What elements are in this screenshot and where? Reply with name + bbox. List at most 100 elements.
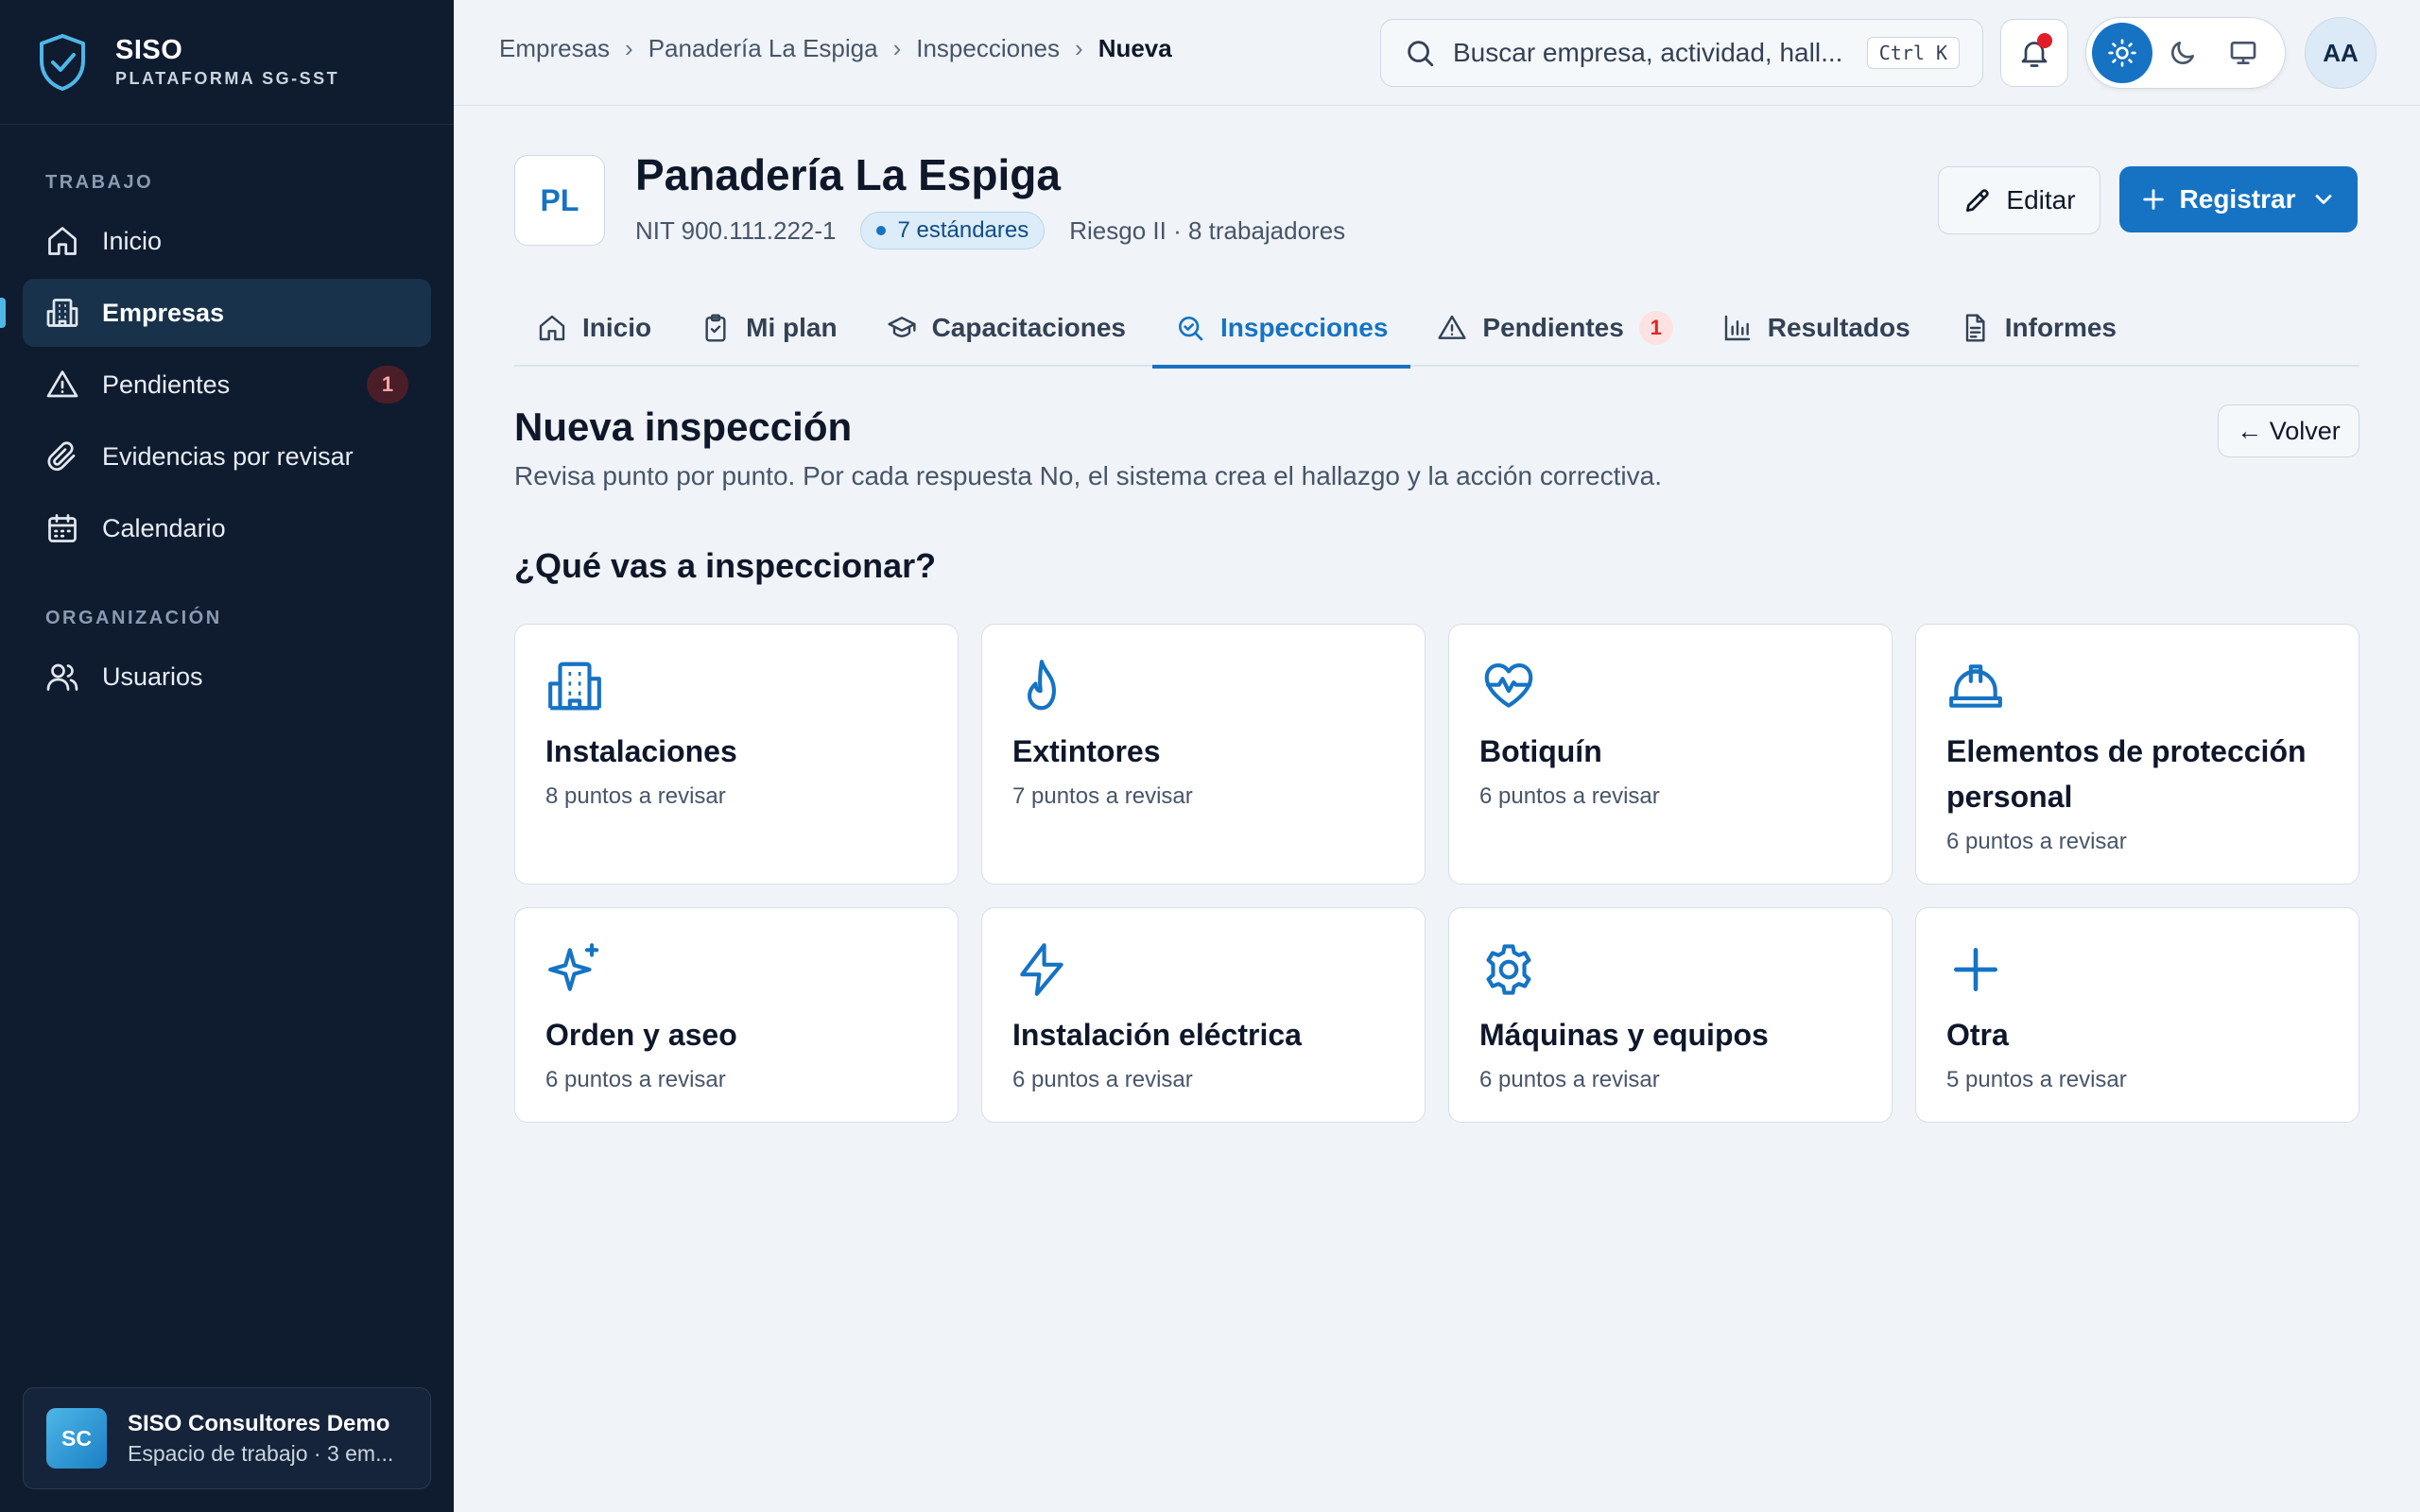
search-input[interactable]: Buscar empresa, actividad, hall... Ctrl …	[1380, 19, 1983, 87]
search-icon	[1408, 41, 1434, 67]
card-title: Instalaciones	[545, 734, 737, 768]
pencil-icon	[1966, 189, 1990, 212]
tab-pendientes[interactable]: Pendientes 1	[1414, 289, 1695, 367]
plus-icon	[1954, 948, 1997, 991]
theme-system-button[interactable]	[2213, 23, 2273, 83]
inspection-card-instalaciones[interactable]: Instalaciones 8 puntos a revisar	[514, 624, 959, 885]
moon-icon	[2171, 42, 2194, 64]
theme-light-button[interactable]	[2092, 23, 2152, 83]
sidebar-item-usuarios[interactable]: Usuarios	[23, 643, 431, 711]
user-avatar[interactable]: AA	[2305, 17, 2377, 89]
inspection-card-otra[interactable]: Otra 5 puntos a revisar	[1915, 907, 2360, 1123]
tab-label: Resultados	[1767, 313, 1910, 342]
workspace-switcher[interactable]: SC SISO Consultores Demo Espacio de trab…	[23, 1387, 431, 1489]
breadcrumb: Empresas › Panadería La Espiga › Inspecc…	[499, 34, 1172, 63]
card-subtitle: 5 puntos a revisar	[1946, 1067, 2127, 1092]
tab-informes[interactable]: Informes	[1937, 289, 2139, 367]
plus-icon	[2142, 189, 2164, 210]
workspace-avatar: SC	[46, 1408, 107, 1469]
chevron-right-icon: ›	[625, 34, 633, 62]
sidebar-item-calendario[interactable]: Calendario	[23, 494, 431, 562]
sidebar-item-empresas[interactable]: Empresas	[0, 279, 431, 347]
tab-resultados[interactable]: Resultados	[1700, 289, 1933, 367]
chevron-down-icon	[2316, 195, 2332, 204]
inspection-card-electrica[interactable]: Instalación eléctrica 6 puntos a revisar	[981, 907, 1426, 1123]
breadcrumb-item[interactable]: Panadería La Espiga	[648, 34, 878, 63]
card-title: Otra	[1946, 1018, 2009, 1052]
register-button[interactable]: Registrar	[2119, 166, 2358, 232]
sidebar-item-label: Empresas	[102, 298, 225, 327]
monitor-icon	[2230, 41, 2256, 64]
card-title: Extintores	[1012, 734, 1161, 768]
inspection-type-grid: Instalaciones 8 puntos a revisar Extinto…	[514, 624, 2360, 1123]
topbar: Empresas › Panadería La Espiga › Inspecc…	[454, 0, 2420, 106]
warning-icon	[1438, 315, 1466, 339]
sidebar-item-label: Pendientes	[102, 369, 231, 399]
tab-inspecciones[interactable]: Inspecciones	[1152, 289, 1411, 369]
paperclip-icon	[47, 441, 76, 472]
sun-icon	[2108, 39, 2136, 67]
card-title: Elementos de protección personal	[1946, 734, 2307, 814]
card-subtitle: 7 puntos a revisar	[1012, 783, 1193, 809]
standards-dot	[876, 226, 887, 235]
brand[interactable]: SISO PLATAFORMA SG-SST	[0, 0, 454, 125]
breadcrumb-item[interactable]: Inspecciones	[916, 34, 1060, 63]
sidebar-item-evidencias[interactable]: Evidencias por revisar	[23, 422, 431, 490]
edit-button[interactable]: Editar	[1938, 166, 2100, 234]
company-meta: NIT 900.111.222-1 7 estándares Riesgo II…	[635, 212, 1345, 249]
tab-mi-plan[interactable]: Mi plan	[678, 289, 859, 367]
inspection-question: ¿Qué vas a inspeccionar?	[514, 546, 937, 585]
tab-pending-badge: 1	[1638, 311, 1673, 345]
building-icon	[46, 299, 78, 327]
company-tabs: Inicio Mi plan Capacitaciones Inspeccion…	[514, 289, 2360, 369]
chevron-right-icon: ›	[892, 34, 902, 62]
breadcrumb-item[interactable]: Empresas	[499, 34, 610, 63]
company-nit: NIT 900.111.222-1	[635, 215, 837, 245]
theme-dark-button[interactable]	[2152, 23, 2213, 83]
tab-label: Informes	[2004, 313, 2117, 342]
chevron-right-icon: ›	[1075, 34, 1083, 62]
standards-badge[interactable]: 7 estándares	[860, 212, 1046, 249]
workspace-name: SISO Consultores Demo	[128, 1410, 390, 1436]
breadcrumb-current: Nueva	[1098, 34, 1172, 62]
company-name: Panadería La Espiga	[635, 150, 1061, 199]
inspection-card-maquinas[interactable]: Máquinas y equipos 6 puntos a revisar	[1448, 907, 1893, 1123]
tab-capacitaciones[interactable]: Capacitaciones	[864, 289, 1149, 367]
sidebar-item-pendientes[interactable]: Pendientes 1	[23, 351, 431, 419]
back-button[interactable]: ← Volver	[2218, 404, 2360, 457]
inspection-card-orden-aseo[interactable]: Orden y aseo 6 puntos a revisar	[514, 907, 959, 1123]
card-subtitle: 6 puntos a revisar	[1946, 829, 2127, 854]
tab-label: Inicio	[582, 313, 652, 342]
tab-inicio[interactable]: Inicio	[514, 289, 674, 367]
document-icon	[1965, 314, 1985, 342]
tab-label: Mi plan	[746, 313, 838, 342]
page-subtitle: Revisa punto por punto. Por cada respues…	[514, 461, 1662, 490]
standards-label: 7 estándares	[897, 217, 1029, 243]
card-subtitle: 8 puntos a revisar	[545, 783, 726, 809]
search-check-icon	[1179, 317, 1203, 341]
nav-section-work: TRABAJO	[45, 172, 154, 193]
notification-dot	[2037, 33, 2052, 48]
users-icon	[46, 663, 78, 691]
inspection-card-epp[interactable]: Elementos de protección personal 6 punto…	[1915, 624, 2360, 885]
sidebar: SISO PLATAFORMA SG-SST TRABAJO Inicio Em…	[0, 0, 454, 1512]
home-icon	[48, 227, 77, 255]
theme-switcher	[2085, 17, 2286, 89]
gear-icon	[1486, 944, 1531, 995]
shield-check-icon	[40, 33, 85, 91]
inspection-card-botiquin[interactable]: Botiquín 6 puntos a revisar	[1448, 624, 1893, 885]
card-subtitle: 6 puntos a revisar	[1479, 1067, 1660, 1092]
card-subtitle: 6 puntos a revisar	[545, 1067, 726, 1092]
clipboard-icon	[705, 314, 726, 342]
workspace-subtitle: Espacio de trabajo · 3 em...	[128, 1440, 394, 1466]
sidebar-item-inicio[interactable]: Inicio	[23, 207, 431, 275]
flame-icon	[1028, 660, 1056, 711]
building-icon	[548, 662, 601, 711]
card-title: Instalación eléctrica	[1012, 1018, 1302, 1052]
notifications-button[interactable]	[2000, 19, 2068, 87]
register-label: Registrar	[2179, 184, 2296, 214]
inspection-card-extintores[interactable]: Extintores 7 puntos a revisar	[981, 624, 1426, 885]
card-title: Máquinas y equipos	[1479, 1018, 1769, 1052]
sidebar-item-label: Usuarios	[102, 662, 203, 691]
bar-chart-icon	[1724, 315, 1750, 341]
